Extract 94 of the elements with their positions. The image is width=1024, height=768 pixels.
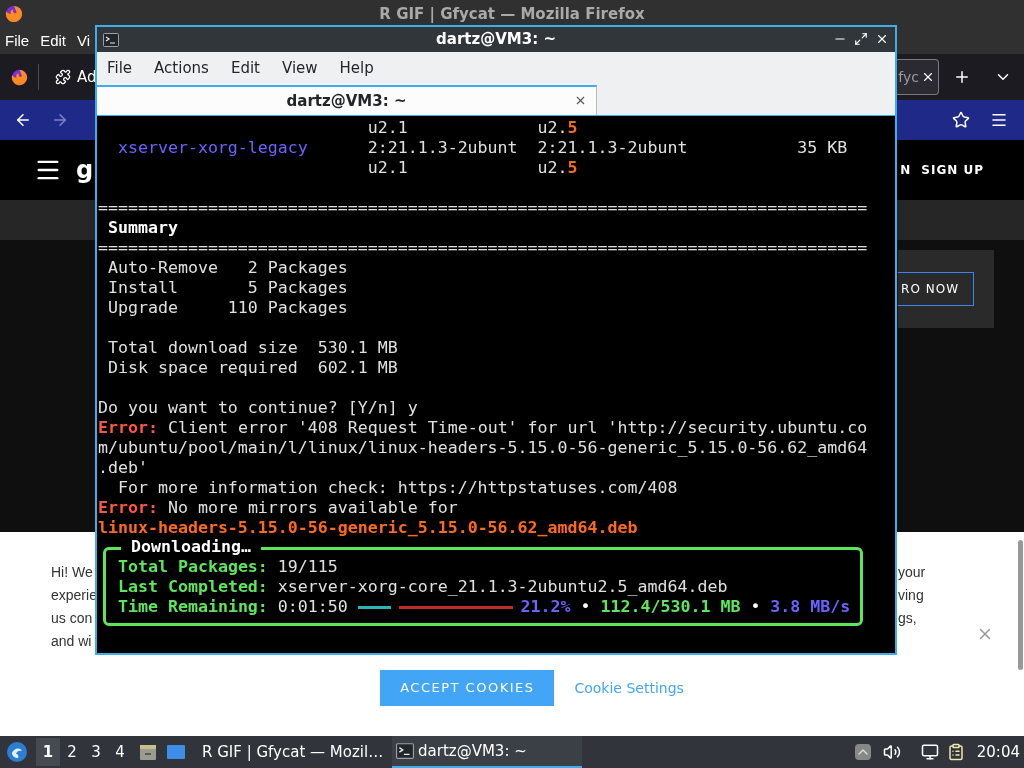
error-message: Error: Client error '408 Request Time-out' for url 'http://security.ubuntu.com/ubuntu/pool/main/l/linux/linux-headers-5.15.0-56-generic_5.15.0-56.62_amd64.deb' [98, 418, 869, 478]
summary-unit: Packages [267, 258, 348, 278]
menu-item[interactable]: File [5, 29, 30, 53]
size-value: 602.1 MB [317, 358, 398, 378]
desktop-icon[interactable] [166, 743, 186, 761]
progress-percent: 21.2% [520, 597, 571, 617]
workspace-button[interactable]: 2 [60, 738, 84, 766]
tray-expand-icon[interactable] [854, 744, 871, 760]
menu-icon[interactable] [990, 111, 1008, 129]
restore-icon[interactable] [854, 32, 868, 46]
summary-count: 2 [247, 258, 258, 278]
menu-item[interactable]: Edit [40, 29, 67, 53]
package-name: xserver-xorg-legacy [117, 138, 308, 157]
firefox-icon [5, 5, 23, 23]
cookie-text: your [898, 563, 927, 582]
cookie-text: us con [51, 609, 94, 628]
summary-label: Install [108, 278, 179, 298]
close-icon[interactable] [574, 94, 587, 107]
close-icon[interactable] [875, 32, 889, 46]
volume-icon[interactable] [882, 743, 901, 761]
error-message: Error: No more mirrors available for [98, 498, 459, 518]
size-label: Total download size [108, 338, 299, 358]
promo-button[interactable]: RO NOW [898, 272, 974, 306]
bookmark-star-icon[interactable] [952, 111, 970, 129]
package-size: 35 KB [797, 138, 848, 157]
separator-line: ============================================================================= [98, 198, 869, 218]
back-icon[interactable] [14, 111, 32, 129]
download-speed: 3.8 MB/s [770, 597, 851, 617]
cookie-text: and wi [51, 632, 93, 651]
panel-title: Downloading… [121, 537, 261, 557]
file-name: linux-headers-5.15.0-56-generic_5.15.0-56.62_amd64.deb [98, 518, 639, 538]
size-label: Disk space required [108, 358, 299, 378]
download-label: Total Packages: [118, 557, 269, 577]
summary-count: 5 [247, 278, 258, 298]
menu-item[interactable]: File [107, 56, 133, 80]
summary-heading: Summary [108, 218, 179, 238]
download-value: 19/115 [277, 557, 338, 577]
new-version: u2.5 [537, 158, 578, 177]
window-title: R GIF | Gfycat — Mozilla Firefox [379, 3, 645, 25]
new-version: u2.5 [537, 118, 578, 137]
browser-tab[interactable]: fyc [894, 59, 939, 95]
terminal-tab[interactable]: dartz@VM3: ~ [97, 85, 597, 115]
download-label: Time Remaining: [118, 597, 269, 617]
file-manager-icon[interactable] [138, 742, 158, 762]
clock[interactable]: 20:04 [976, 740, 1020, 764]
start-menu-icon[interactable] [6, 741, 28, 763]
workspace-button[interactable]: 1 [36, 738, 60, 766]
taskbar-task[interactable]: dartz@VM3: ~ [392, 736, 582, 768]
terminal-line: Do you want to continue? [Y/n] y [98, 398, 419, 418]
clipboard-icon[interactable] [946, 743, 965, 761]
terminal-line: For more information check: https://httpstatuses.com/408 [116, 478, 679, 498]
menu-item[interactable]: Edit [230, 56, 260, 80]
header-link[interactable]: N [900, 161, 912, 179]
menu-item[interactable]: Vi [77, 29, 91, 53]
download-value: xserver-xorg-core_21.1.3-2ubuntu2.5_amd64.deb [277, 577, 728, 597]
cookie-text: gs, [898, 609, 918, 628]
old-version: u2.1 [367, 158, 408, 177]
bullet-separator: • [750, 597, 761, 617]
old-version: u2.1 [367, 118, 408, 137]
new-version: 2:21.1.3-2ubunt [537, 138, 688, 157]
puzzle-icon [55, 69, 71, 85]
taskbar-task[interactable]: R GIF | Gfycat — Mozil… [194, 736, 384, 768]
cookie-text: experie [51, 586, 97, 605]
site-logo[interactable]: g [76, 158, 94, 182]
network-icon[interactable] [920, 743, 939, 761]
new-tab-icon[interactable] [953, 68, 971, 86]
browser-tab[interactable]: Ad [53, 65, 99, 89]
window-title: dartz@VM3: ~ [436, 29, 556, 51]
transferred-size: 112.4/530.1 MB [600, 597, 741, 617]
summary-unit: Packages [267, 298, 348, 318]
summary-unit: Packages [267, 278, 348, 298]
separator-line: ============================================================================= [98, 238, 869, 258]
scrollbar[interactable] [1018, 540, 1023, 670]
cookie-text: Hi! We [51, 563, 94, 582]
time-remaining: 0:01:50 [277, 597, 348, 617]
workspace-button[interactable]: 3 [84, 738, 108, 766]
download-label: Last Completed: [118, 577, 269, 597]
cookie-text: ving [898, 586, 925, 605]
firefox-icon [11, 68, 28, 86]
summary-count: 110 [227, 298, 258, 318]
workspace-button[interactable]: 4 [108, 738, 132, 766]
forward-icon[interactable] [51, 111, 69, 129]
terminal-icon [396, 742, 414, 760]
close-icon[interactable] [921, 70, 935, 84]
summary-label: Upgrade [108, 298, 179, 318]
old-version: 2:21.1.3-2ubunt [367, 138, 518, 157]
size-value: 530.1 MB [317, 338, 398, 358]
bullet-separator: • [580, 597, 591, 617]
header-link[interactable]: SIGN UP [921, 161, 984, 179]
terminal-icon [103, 32, 119, 48]
summary-label: Auto-Remove [108, 258, 218, 278]
menu-item[interactable]: Actions [154, 56, 209, 80]
menu-item[interactable]: View [281, 56, 318, 80]
menu-item[interactable]: Help [339, 56, 374, 80]
